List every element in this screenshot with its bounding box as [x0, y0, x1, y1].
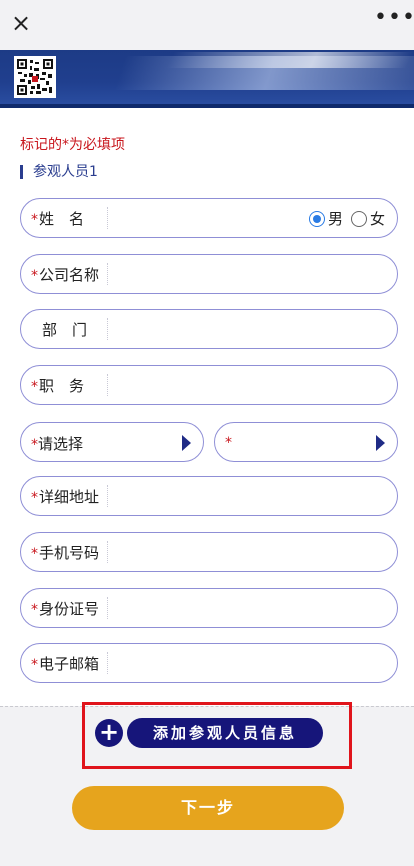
id-number-input[interactable]: [108, 589, 397, 627]
required-marker: *: [225, 435, 232, 451]
required-marker: *: [31, 489, 38, 506]
field-label: 详细地址: [39, 487, 100, 506]
required-marker: *: [31, 656, 38, 673]
required-note: 标记的*为必填项: [20, 137, 125, 153]
section-title: 参观人员1: [20, 165, 98, 179]
department-label: 部 门: [21, 319, 107, 340]
header-banner: [0, 50, 414, 108]
qr-code-icon: [14, 56, 56, 98]
field-label: 姓 名: [39, 209, 85, 228]
triangle-right-icon: [376, 435, 385, 451]
id-number-field[interactable]: *身份证号: [20, 588, 398, 628]
next-step-button[interactable]: 下一步: [72, 786, 344, 830]
name-label: *姓 名: [21, 208, 107, 229]
department-field[interactable]: 部 门: [20, 309, 398, 349]
address-field[interactable]: *详细地址: [20, 476, 398, 516]
triangle-right-icon: [182, 435, 191, 451]
add-visitor-label[interactable]: 添加参观人员信息: [127, 718, 323, 748]
required-marker: *: [31, 267, 38, 284]
phone-field[interactable]: *手机号码: [20, 532, 398, 572]
plus-icon[interactable]: +: [95, 719, 123, 747]
gender-selector: 男 女: [301, 208, 385, 229]
select-left-label: *请选择: [31, 433, 83, 454]
select-placeholder: 请选择: [38, 435, 84, 453]
required-marker: *: [31, 211, 38, 228]
field-label: 部 门: [42, 320, 88, 339]
address-label: *详细地址: [21, 486, 107, 507]
field-label: 电子邮箱: [39, 654, 100, 673]
name-field[interactable]: *姓 名 男 女: [20, 198, 398, 238]
company-field[interactable]: *公司名称: [20, 254, 398, 294]
close-icon[interactable]: ×: [8, 10, 34, 36]
phone-input[interactable]: [108, 533, 397, 571]
position-input[interactable]: [108, 366, 397, 404]
field-label: 手机号码: [39, 543, 100, 562]
field-label: 职 务: [39, 376, 85, 395]
more-options-icon[interactable]: •••: [374, 7, 414, 36]
top-bar: × •••: [0, 0, 414, 50]
address-input[interactable]: [108, 477, 397, 515]
gender-male-option[interactable]: 男: [308, 208, 343, 229]
select-right-label: *: [225, 433, 232, 451]
company-input[interactable]: [108, 255, 397, 293]
add-visitor-button[interactable]: + 添加参观人员信息: [95, 716, 325, 750]
gender-female-label: 女: [369, 210, 385, 228]
position-field[interactable]: *职 务: [20, 365, 398, 405]
department-input[interactable]: [108, 310, 397, 348]
id-number-label: *身份证号: [21, 598, 107, 619]
gender-male-label: 男: [327, 210, 343, 228]
banner-decoration: [166, 52, 414, 68]
radio-checked-icon[interactable]: [308, 210, 325, 227]
field-label: 身份证号: [39, 599, 100, 618]
region-select-left[interactable]: *请选择: [20, 422, 204, 462]
phone-label: *手机号码: [21, 542, 107, 563]
required-marker: *: [31, 601, 38, 618]
required-marker: *: [31, 437, 38, 453]
email-label: *电子邮箱: [21, 653, 107, 674]
region-select-right[interactable]: *: [214, 422, 398, 462]
field-label: 公司名称: [39, 265, 100, 284]
required-marker: *: [31, 545, 38, 562]
radio-unchecked-icon[interactable]: [350, 210, 367, 227]
required-marker: *: [31, 378, 38, 395]
visitor-form: 标记的*为必填项 参观人员1 *姓 名 男 女 *公司名称 部 门 *职 务 *…: [0, 108, 414, 706]
company-label: *公司名称: [21, 264, 107, 285]
email-input[interactable]: [108, 644, 397, 682]
position-label: *职 务: [21, 375, 107, 396]
gender-female-option[interactable]: 女: [350, 208, 385, 229]
email-field[interactable]: *电子邮箱: [20, 643, 398, 683]
